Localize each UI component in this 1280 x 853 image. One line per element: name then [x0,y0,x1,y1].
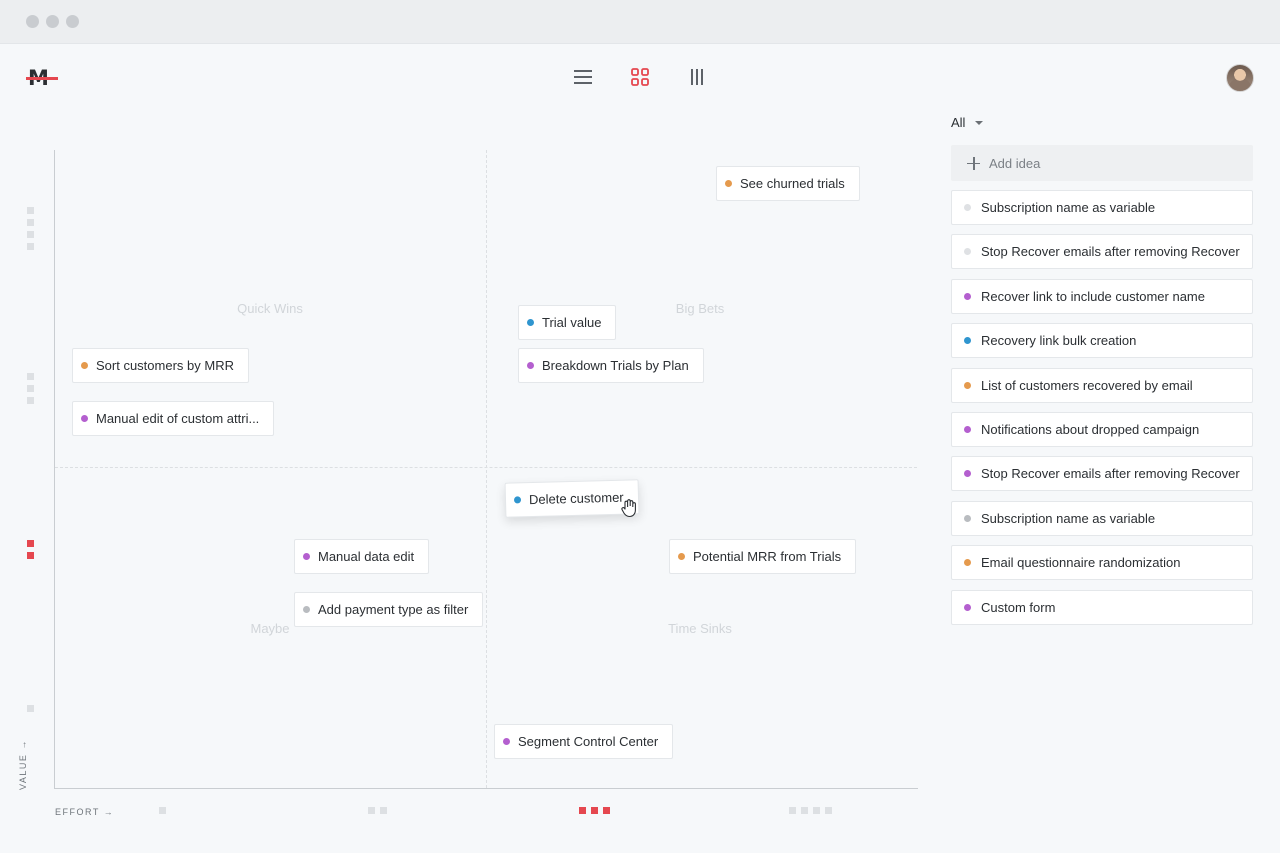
list-item-label: Recovery link bulk creation [981,333,1137,349]
vertical-divider [486,150,487,788]
status-dot [964,381,971,389]
status-dot [527,362,534,369]
effort-level-1[interactable] [159,807,166,815]
list-item-label: Subscription name as variable [981,200,1156,215]
list-item-label: Custom form [981,599,1056,615]
list-item[interactable]: Recover link to include customer name [951,278,1253,314]
idea-card[interactable]: Manual data edit [294,539,430,574]
value-axis [54,150,55,789]
app-logo[interactable]: M [26,66,58,90]
value-level-2[interactable] [27,540,35,559]
quadrant-label-quick-wins: Quick Wins [237,301,303,316]
quadrant-label-time-sinks: Time Sinks [668,621,732,636]
minimize-button[interactable] [46,15,59,28]
list-item[interactable]: Subscription name as variable [951,190,1253,225]
value-level-3[interactable] [27,373,35,404]
status-dot [303,606,310,613]
filter-dropdown[interactable]: All [951,115,984,130]
columns-icon [691,69,703,85]
idea-card[interactable]: Segment Control Center [494,724,674,759]
list-item[interactable]: Notifications about dropped campaign [951,411,1253,447]
add-idea-input[interactable]: Add idea [951,145,1253,181]
idea-card-label: Segment Control Center [518,734,659,749]
list-item[interactable]: Stop Recover emails after removing Recov… [951,456,1253,492]
status-dot [725,180,732,187]
columns-view-button[interactable] [686,66,708,88]
effort-axis-label: EFFORT → [55,807,115,817]
grid-icon [631,68,649,86]
grab-cursor-icon [621,499,636,518]
value-level-4[interactable] [27,207,35,250]
list-item-label: List of customers recovered by email [981,377,1193,393]
status-dot [513,496,522,504]
status-dot [964,425,971,433]
status-dot [527,319,534,326]
status-dot [964,559,971,567]
idea-card-label: Breakdown Trials by Plan [542,358,689,373]
quadrant-label-maybe: Maybe [250,621,290,636]
idea-card-label: See churned trials [740,176,845,191]
hamburger-icon [574,70,592,84]
user-avatar[interactable] [1226,64,1254,92]
status-dot [964,603,971,611]
list-item-label: Recover link to include customer name [981,288,1205,304]
matrix-view-button[interactable] [629,66,651,88]
idea-card-label: Sort customers by MRR [96,358,234,373]
value-axis-label: VALUE → [18,739,28,790]
list-item-label: Stop Recover emails after removing Recov… [981,466,1240,482]
idea-card[interactable]: See churned trials [716,166,860,201]
horizontal-divider [55,467,917,468]
idea-card-label: Add payment type as filter [318,602,469,617]
status-dot [964,204,971,211]
idea-card[interactable]: Add payment type as filter [294,592,484,627]
ideas-list: Subscription name as variable Stop Recov… [951,190,1253,634]
idea-card-label: Potential MRR from Trials [693,549,842,564]
list-item-label: Email questionnaire randomization [981,555,1181,571]
filter-value: All [951,115,966,130]
idea-card-label: Delete customer [528,489,624,508]
list-item[interactable]: Recovery link bulk creation [951,323,1253,359]
effort-axis [54,788,918,789]
list-view-button[interactable] [572,66,594,88]
effort-level-2[interactable] [368,807,387,815]
idea-card[interactable]: Trial value [518,305,617,340]
status-dot [303,553,310,560]
plus-icon [967,156,980,170]
status-dot [964,337,971,345]
idea-card-label: Manual edit of custom attri... [96,411,260,426]
idea-card-label: Trial value [542,315,602,330]
list-item-label: Stop Recover emails after removing Recov… [981,244,1240,260]
list-item[interactable]: Custom form [951,589,1253,625]
idea-card[interactable]: Potential MRR from Trials [669,539,857,574]
status-dot [964,248,971,256]
status-dot [964,514,971,522]
status-dot [81,362,88,369]
caret-down-icon [975,121,984,125]
effort-level-3[interactable] [579,807,610,815]
window-titlebar [0,0,1280,44]
idea-card[interactable]: Manual edit of custom attri... [72,401,275,436]
status-dot [81,415,88,422]
effort-level-4[interactable] [789,807,832,815]
idea-card[interactable]: Sort customers by MRR [72,348,249,383]
status-dot [503,738,510,745]
status-dot [964,470,971,478]
list-item-label: Subscription name as variable [981,510,1156,526]
status-dot [678,553,685,560]
idea-card[interactable]: Breakdown Trials by Plan [518,348,704,383]
list-item-label: Notifications about dropped campaign [981,421,1200,437]
close-button[interactable] [26,15,39,28]
list-item[interactable]: Email questionnaire randomization [951,545,1253,581]
quadrant-label-big-bets: Big Bets [675,301,725,316]
list-item[interactable]: Subscription name as variable [951,500,1253,536]
add-idea-placeholder: Add idea [989,155,1041,171]
maximize-button[interactable] [66,15,79,28]
idea-card-dragging[interactable]: Delete customer [504,479,640,518]
list-item[interactable]: Stop Recover emails after removing Recov… [951,234,1253,270]
idea-card-label: Manual data edit [318,549,415,564]
value-level-1[interactable] [27,705,35,712]
list-item[interactable]: List of customers recovered by email [951,367,1253,403]
status-dot [964,292,971,300]
